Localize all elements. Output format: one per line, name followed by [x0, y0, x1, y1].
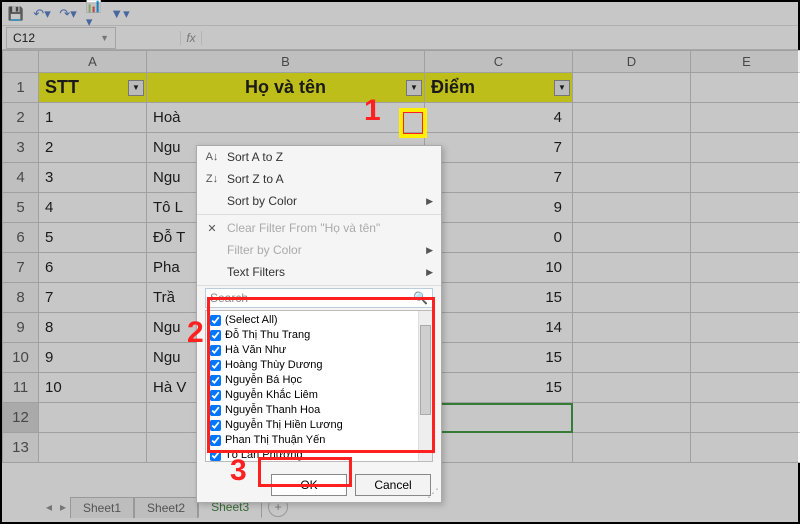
filter-by-color: Filter by Color▶ [197, 239, 441, 261]
col-header-A[interactable]: A [39, 51, 147, 73]
annotation-box-2 [207, 297, 435, 453]
col-header-C[interactable]: C [425, 51, 573, 73]
clear-filter: ✕Clear Filter From "Họ và tên" [197, 217, 441, 239]
col-header-E[interactable]: E [691, 51, 800, 73]
tab-sheet1[interactable]: Sheet1 [70, 497, 134, 518]
quick-access-toolbar: 💾 ↶▾ ↷▾ 📊▾ ▼▾ [2, 2, 798, 26]
tab-nav-next-icon[interactable]: ▸ [56, 500, 70, 514]
chart-icon[interactable]: 📊▾ [86, 6, 102, 22]
sort-za[interactable]: Z↓Sort Z to A [197, 168, 441, 190]
undo-icon[interactable]: ↶▾ [34, 6, 50, 22]
fx-icon[interactable]: fx [180, 31, 202, 45]
redo-icon[interactable]: ↷▾ [60, 6, 76, 22]
formula-bar: C12 ▼ fx [2, 26, 798, 50]
filter-dropdown-icon[interactable]: ▼ [128, 80, 144, 96]
chevron-down-icon[interactable]: ▼ [100, 33, 109, 43]
header-stt[interactable]: STT ▼ [39, 73, 147, 103]
chevron-right-icon: ▶ [426, 196, 433, 207]
annotation-number-1: 1 [364, 94, 381, 128]
name-box-value: C12 [13, 31, 35, 45]
filter-dropdown-icon[interactable]: ▼ [406, 80, 422, 96]
annotation-number-3: 3 [230, 454, 247, 488]
row-header[interactable]: 1 [3, 73, 39, 103]
active-cell[interactable] [425, 403, 573, 433]
name-box[interactable]: C12 ▼ [6, 27, 116, 49]
cell[interactable] [691, 73, 800, 103]
col-header-D[interactable]: D [573, 51, 691, 73]
annotation-box-3 [258, 457, 352, 487]
clear-filter-icon: ✕ [205, 222, 219, 235]
tab-nav-prev-icon[interactable]: ◂ [42, 500, 56, 514]
cell[interactable] [573, 73, 691, 103]
select-all-corner[interactable] [3, 51, 39, 73]
text-filters[interactable]: Text Filters▶ [197, 261, 441, 283]
tab-sheet2[interactable]: Sheet2 [134, 497, 198, 518]
table-row: 1 STT ▼ Họ và tên ▼ Điểm ▼ [3, 73, 800, 103]
formula-input[interactable] [202, 27, 798, 49]
header-name[interactable]: Họ và tên ▼ [147, 73, 425, 103]
chevron-right-icon: ▶ [426, 267, 433, 278]
filter-dropdown-icon[interactable]: ▼ [554, 80, 570, 96]
resize-handle-icon[interactable]: ⋰ [427, 486, 439, 500]
header-score[interactable]: Điểm ▼ [425, 73, 573, 103]
save-icon[interactable]: 💾 [8, 6, 24, 22]
col-header-B[interactable]: B [147, 51, 425, 73]
sort-by-color[interactable]: Sort by Color▶ [197, 190, 441, 212]
annotation-number-2: 2 [187, 316, 204, 350]
sort-az-icon: A↓ [205, 151, 219, 163]
sort-za-icon: Z↓ [205, 173, 219, 185]
sort-az[interactable]: A↓Sort A to Z [197, 146, 441, 168]
filter-icon[interactable]: ▼▾ [112, 6, 128, 22]
annotation-box-1 [399, 108, 427, 138]
cancel-button[interactable]: Cancel [355, 474, 431, 496]
